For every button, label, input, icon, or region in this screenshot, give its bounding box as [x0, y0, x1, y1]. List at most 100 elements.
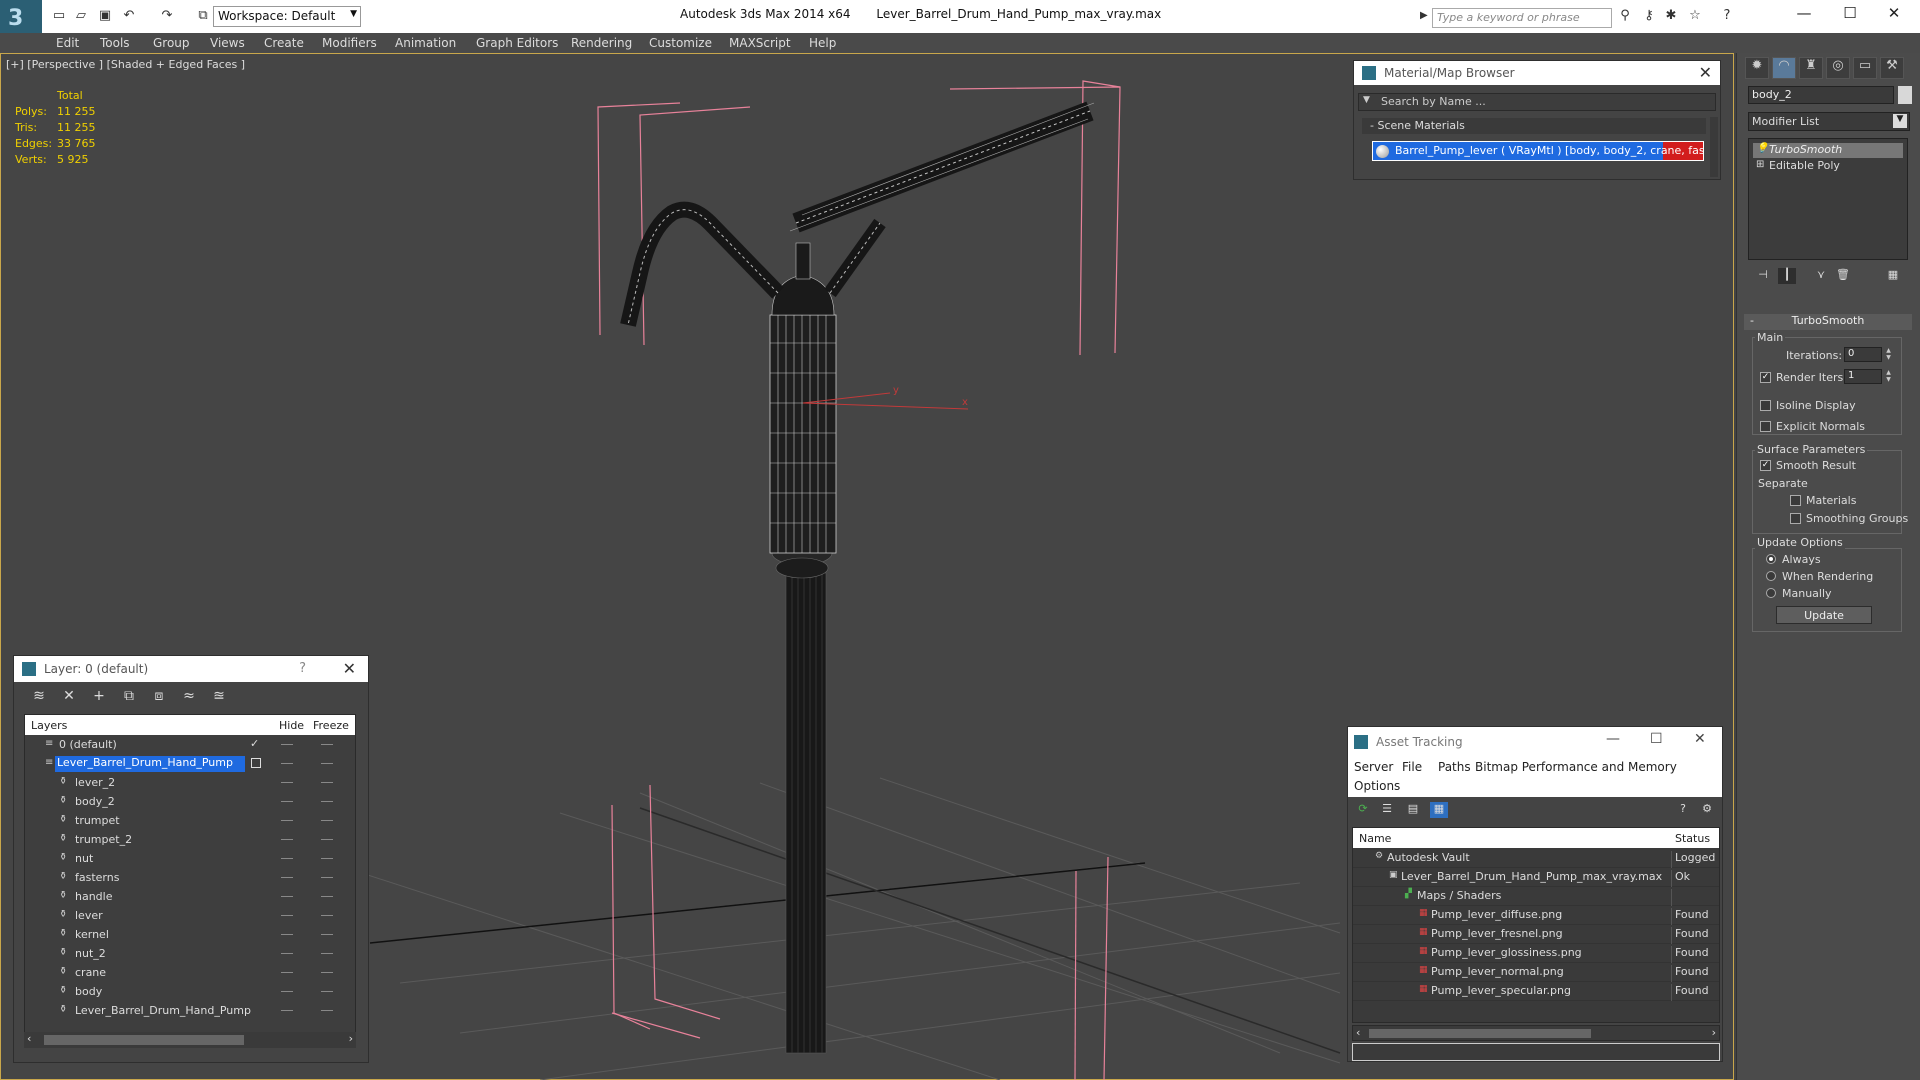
layer-row[interactable]: ⚱ nut	[25, 850, 355, 869]
manually-radio[interactable]	[1766, 588, 1776, 598]
freeze-toggle[interactable]	[321, 744, 333, 745]
hide-toggle[interactable]	[281, 991, 293, 992]
expand-plus-icon[interactable]: ⊞	[1756, 159, 1764, 170]
subscription-icon[interactable]: ⚷	[1640, 8, 1658, 24]
always-radio[interactable]	[1766, 554, 1776, 564]
asset-row[interactable]: ▦ Pump_lever_specular.png Found	[1353, 982, 1719, 1001]
menu-maxscript[interactable]: MAXScript	[729, 36, 791, 50]
freeze-toggle[interactable]	[321, 801, 333, 802]
material-search-input[interactable]: ▼ Search by Name ...	[1358, 93, 1716, 111]
delete-layer-icon[interactable]: ✕	[58, 688, 80, 708]
spinner-arrows-icon[interactable]: ▲ ▼	[1884, 347, 1893, 362]
search-expand-icon[interactable]: ▶	[1420, 10, 1428, 21]
layer-row[interactable]: ⚱ body	[25, 983, 355, 1002]
new-file-icon[interactable]: ▭	[50, 8, 68, 24]
motion-tab-icon[interactable]: ◎	[1826, 57, 1850, 79]
select-objects-icon[interactable]: ⧉	[118, 688, 140, 708]
asset-row[interactable]: ▦ Pump_lever_glossiness.png Found	[1353, 944, 1719, 963]
freeze-toggle[interactable]	[321, 763, 333, 764]
hide-toggle[interactable]	[281, 877, 293, 878]
column-freeze[interactable]: Freeze	[313, 719, 349, 732]
hide-toggle[interactable]	[281, 782, 293, 783]
scroll-right-icon[interactable]: ›	[1712, 1026, 1716, 1039]
separate-materials-checkbox[interactable]	[1790, 495, 1801, 506]
add-to-layer-icon[interactable]	[251, 758, 261, 768]
menu-help[interactable]: Help	[809, 36, 836, 50]
create-tab-icon[interactable]: ✹	[1745, 57, 1769, 79]
freeze-toggle[interactable]	[321, 972, 333, 973]
menu-paths[interactable]: Paths	[1438, 760, 1471, 774]
scrollbar-thumb[interactable]	[1369, 1029, 1591, 1038]
pin-stack-icon[interactable]: ⊣	[1754, 268, 1772, 284]
modifier-list-dropdown[interactable]: Modifier List ▼	[1748, 112, 1910, 131]
hide-toggle[interactable]	[281, 763, 293, 764]
when-rendering-radio[interactable]	[1766, 571, 1776, 581]
asset-row[interactable]: ▦ Pump_lever_diffuse.png Found	[1353, 906, 1719, 925]
viewport-label[interactable]: [+] [Perspective ] [Shaded + Edged Faces…	[6, 58, 245, 71]
highlight-layer-icon[interactable]: ⧈	[148, 688, 170, 708]
display-tab-icon[interactable]: ▭	[1853, 57, 1877, 79]
hide-toggle[interactable]	[281, 839, 293, 840]
asset-row[interactable]: ▦ Pump_lever_fresnel.png Found	[1353, 925, 1719, 944]
menu-tools[interactable]: Tools	[100, 36, 130, 50]
asset-path-field[interactable]	[1352, 1043, 1720, 1061]
help-icon[interactable]: ?	[299, 661, 306, 676]
scroll-left-icon[interactable]: ‹	[27, 1032, 31, 1045]
menu-options[interactable]: Options	[1354, 779, 1400, 793]
refresh-icon[interactable]: ⟳	[1354, 802, 1372, 818]
layer-row[interactable]: ≡ 0 (default) ✓	[25, 736, 355, 755]
object-color-swatch[interactable]	[1898, 86, 1912, 104]
table-view-icon[interactable]: ▦	[1430, 802, 1448, 818]
layer-row[interactable]: ⚱ fasterns	[25, 869, 355, 888]
freeze-toggle[interactable]	[321, 953, 333, 954]
layer-row[interactable]: ⚱ Lever_Barrel_Drum_Hand_Pump	[25, 1002, 355, 1021]
save-icon[interactable]: ▣	[96, 8, 114, 24]
hide-toggle[interactable]	[281, 1010, 293, 1011]
menu-group[interactable]: Group	[153, 36, 190, 50]
horizontal-scrollbar[interactable]: ‹ ›	[1352, 1025, 1720, 1041]
hide-all-icon[interactable]: ≈	[178, 688, 200, 708]
layer-row[interactable]: ⚱ handle	[25, 888, 355, 907]
column-status[interactable]: Status	[1675, 832, 1710, 845]
scene-materials-group[interactable]: - Scene Materials	[1362, 118, 1706, 134]
help-icon[interactable]: ?	[1718, 8, 1736, 24]
maximize-button[interactable]: ☐	[1830, 4, 1870, 26]
layer-row[interactable]: ⚱ crane	[25, 964, 355, 983]
asset-tracking-titlebar[interactable]: Asset Tracking — ☐ ✕ Server File Paths B…	[1348, 727, 1722, 797]
hide-toggle[interactable]	[281, 858, 293, 859]
isoline-display-checkbox[interactable]	[1760, 400, 1771, 411]
lightbulb-icon[interactable]: 💡	[1756, 143, 1768, 154]
layer-row[interactable]: ⚱ lever_2	[25, 774, 355, 793]
explicit-normals-checkbox[interactable]	[1760, 421, 1771, 432]
show-end-result-icon[interactable]: ┃	[1778, 268, 1796, 284]
stack-item-turbosmooth[interactable]: 💡 TurboSmooth	[1753, 143, 1903, 158]
separate-smoothing-groups-checkbox[interactable]	[1790, 513, 1801, 524]
menu-rendering[interactable]: Rendering	[571, 36, 632, 50]
asset-row[interactable]: ⚙Autodesk Vault Logged Out	[1353, 849, 1719, 868]
iterations-spinner[interactable]: 0	[1844, 347, 1882, 362]
freeze-toggle[interactable]	[321, 820, 333, 821]
freeze-toggle[interactable]	[321, 858, 333, 859]
add-selection-icon[interactable]: +	[88, 688, 110, 708]
scrollbar-thumb[interactable]	[44, 1035, 244, 1045]
menu-create[interactable]: Create	[264, 36, 304, 50]
undo-icon[interactable]: ↶	[120, 8, 138, 24]
layer-window-titlebar[interactable]: Layer: 0 (default) ? ✕	[14, 656, 368, 682]
hide-toggle[interactable]	[281, 744, 293, 745]
active-layer-check-icon[interactable]: ✓	[250, 737, 259, 750]
render-iters-spinner[interactable]: 1	[1844, 369, 1882, 384]
freeze-toggle[interactable]	[321, 877, 333, 878]
hide-toggle[interactable]	[281, 820, 293, 821]
pump-model[interactable]	[620, 101, 1095, 1054]
minimize-icon[interactable]: —	[1606, 731, 1620, 747]
layer-row[interactable]: ⚱ trumpet	[25, 812, 355, 831]
hierarchy-tab-icon[interactable]: ♜	[1799, 57, 1823, 79]
object-name-field[interactable]: body_2	[1748, 86, 1894, 104]
close-icon[interactable]: ✕	[343, 659, 356, 678]
hide-toggle[interactable]	[281, 896, 293, 897]
menu-server[interactable]: Server	[1354, 760, 1393, 774]
menu-bitmap-performance[interactable]: Bitmap Performance and Memory	[1475, 760, 1677, 774]
column-name[interactable]: Name	[1359, 832, 1391, 845]
layer-row[interactable]: ⚱ nut_2	[25, 945, 355, 964]
freeze-toggle[interactable]	[321, 991, 333, 992]
